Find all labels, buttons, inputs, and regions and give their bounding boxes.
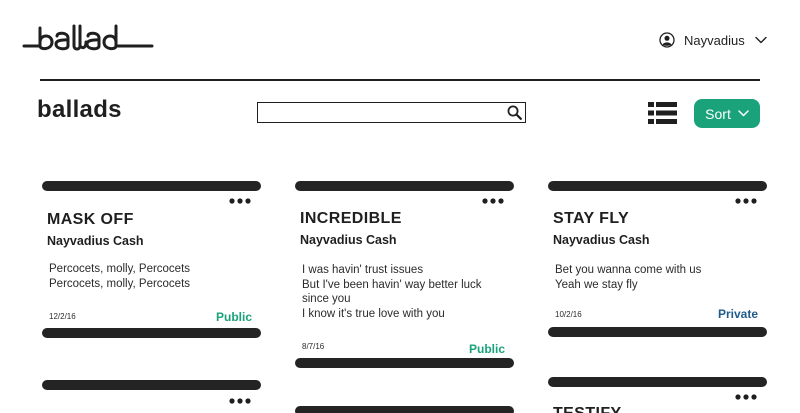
chevron-down-icon [738,110,749,117]
visibility-badge: Public [215,310,252,324]
ballad-artist: Nayvadius Cash [47,234,144,248]
visibility-badge: Private [717,307,758,321]
lyric-line: I was havin' trust issues [302,264,424,276]
card-top-bar [548,377,767,387]
ballad-title[interactable]: INCREDIBLE [300,210,402,228]
more-options-button[interactable] [482,198,504,204]
lyric-line: since you [302,293,351,305]
lyric-line: Percocets, molly, Percocets [49,263,191,275]
username-label: Nayvadius [684,32,745,48]
search-icon[interactable] [507,105,522,120]
more-options-button[interactable] [229,398,251,404]
chevron-down-icon [755,36,767,44]
more-dots-icon [229,398,251,404]
ballad-artist: Nayvadius Cash [300,233,397,247]
lyric-line: Yeah we stay fly [555,278,638,291]
ballad-title[interactable]: STAY FLY [553,210,629,228]
more-dots-icon [735,394,757,400]
ballad-title[interactable]: TESTIFY [553,405,622,413]
more-options-button[interactable] [735,198,757,204]
ballad-lyrics: Percocets, molly, Percocets Percocets, m… [49,262,190,291]
lyric-line: I know it's true love with you [302,307,445,320]
list-view-icon [648,102,677,124]
ballad-lyrics: Bet you wanna come with us Yeah we stay … [555,263,701,292]
more-dots-icon [735,198,757,204]
lyric-line: Bet you wanna come with us [555,264,702,276]
page-title: ballads [37,96,122,123]
card-top-bar [548,181,767,191]
ballad-lyrics: I was havin' trust issues But I've been … [302,263,482,321]
lyric-line: But I've been havin' way better luck [302,278,482,291]
card-bottom-bar [42,328,261,338]
card-top-bar [295,406,514,413]
list-view-button[interactable] [648,102,677,124]
sort-label: Sort [705,105,731,122]
ballad-date: 10/2/16 [555,310,582,319]
more-dots-icon [482,198,504,204]
ballad-logo-mark [22,24,154,51]
ballad-date: 8/7/16 [302,342,325,351]
search-input[interactable] [258,103,503,121]
card-bottom-bar [295,358,514,368]
ballad-logo[interactable] [22,22,154,56]
more-options-button[interactable] [735,394,757,400]
ballad-artist: Nayvadius Cash [553,233,650,247]
card-top-bar [295,181,514,191]
user-circle-icon [659,32,675,48]
ballad-title[interactable]: MASK OFF [47,211,134,229]
ballad-date: 12/2/16 [49,312,76,321]
card-bottom-bar [548,327,767,337]
lyric-line: Percocets, molly, Percocets [49,277,191,290]
sort-button[interactable]: Sort [694,99,760,128]
search-bar[interactable] [257,102,526,123]
card-top-bar [42,380,261,390]
more-options-button[interactable] [229,198,251,204]
header-divider [40,79,760,81]
card-top-bar [42,181,261,191]
user-menu[interactable]: Nayvadius [659,29,767,51]
visibility-badge: Public [468,342,505,356]
more-dots-icon [229,198,251,204]
